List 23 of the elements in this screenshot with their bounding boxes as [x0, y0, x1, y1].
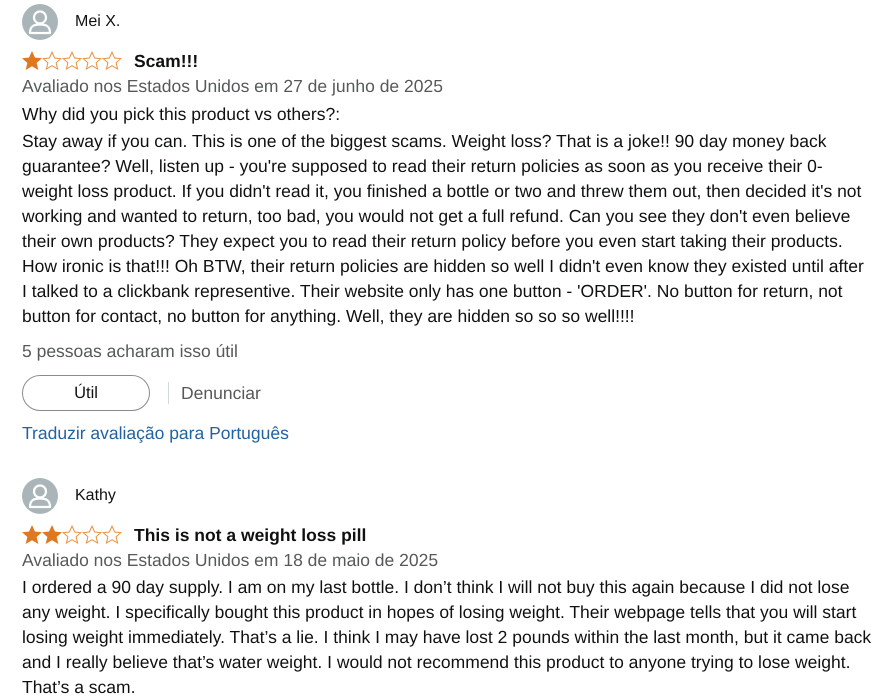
filled-star-icon: [42, 525, 62, 545]
review-date: Avaliado nos Estados Unidos em 18 de maio de 2025: [22, 548, 440, 572]
avatar-icon: [22, 478, 58, 514]
reviewer-name: Mei X.: [75, 12, 120, 32]
empty-star-icon: [62, 51, 82, 71]
filled-star-icon: [22, 51, 42, 71]
review-date: Avaliado nos Estados Unidos em 27 de junho de 2025: [22, 74, 444, 98]
avatar-icon: [22, 4, 58, 40]
helpful-button[interactable]: Útil: [22, 375, 150, 411]
helpful-count: 5 pessoas acharam isso útil: [22, 340, 239, 363]
review-question: Why did you pick this product vs others?:: [22, 102, 342, 126]
empty-star-icon: [82, 525, 102, 545]
review-text: Stay away if you can. This is one of the biggest scams. Weight loss? That is a joke!! 90 day money back guarantee? Well, listen up - you're supposed to read their return policies as soon as you receive their 0-weight loss product. If you didn't read it, you finished a bottle or two and threw them out, then decided it's not working and wanted to return, too bad, you would not get a full refund. Can you see they don't even believe their own products? They expect you to read their return policy before you even start taking their products. How ironic is that!!! Oh BTW, their return policies are hidden so well I didn't even know they existed until after I talked to a clickbank representive. Their website only has one button - 'ORDER'. No button for return, not button for contact, no button for anything. Well, they are hidden so so so well!!!!: [22, 130, 865, 328]
filled-star-icon: [22, 525, 42, 545]
review-text: I ordered a 90 day supply. I am on my last bottle. I don’t think I will not buy this again because I did not lose any weight. I specifically bought this product in hopes of losing weight. Their webpage tells that you will start losing weight immediately. That’s a lie. I think I may have lost 2 pounds within the last month, but it came back and I really believe that’s water weight. I would not recommend this product to anyone trying to lose weight. That’s a scam.: [22, 576, 872, 698]
empty-star-icon: [82, 51, 102, 71]
empty-star-icon: [102, 525, 122, 545]
report-link[interactable]: Denunciar: [181, 380, 261, 406]
reviewer-name: Kathy: [75, 486, 116, 506]
translate-link[interactable]: Traduzir avaliação para Português: [22, 422, 289, 442]
review-title: This is not a weight loss pill: [134, 525, 366, 545]
empty-star-icon: [102, 51, 122, 71]
review-title: Scam!!!: [134, 51, 198, 71]
